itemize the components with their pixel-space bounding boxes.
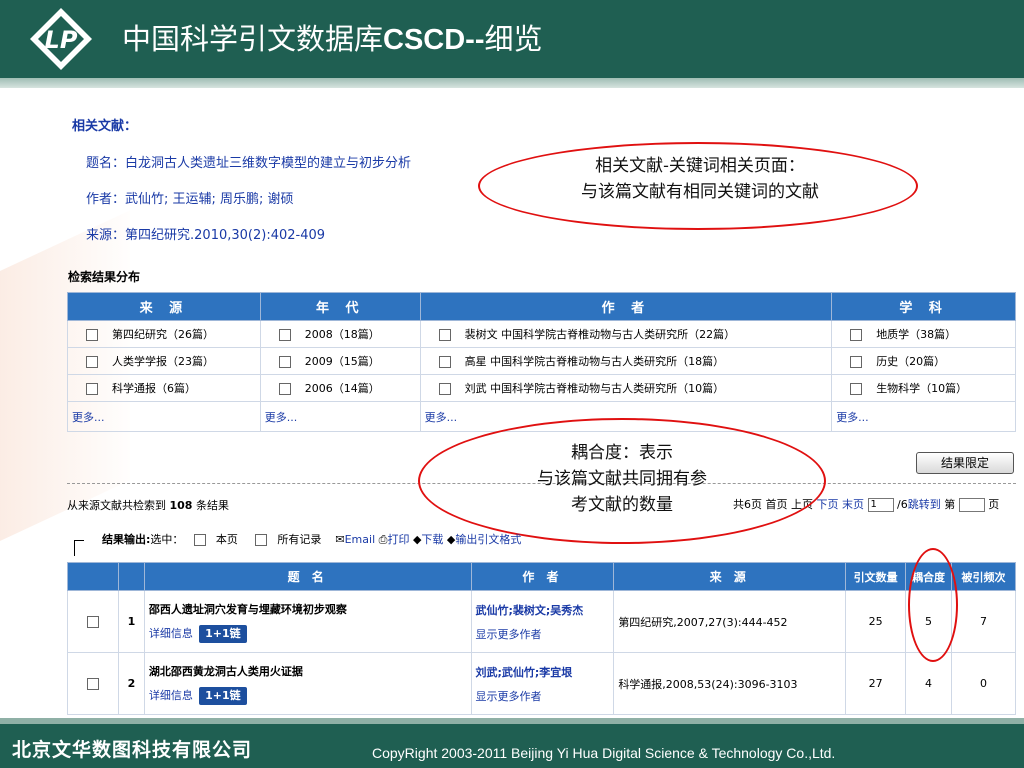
- export-link[interactable]: 输出引文格式: [455, 533, 521, 546]
- row-checkbox[interactable]: [86, 678, 99, 690]
- checkbox[interactable]: [86, 383, 98, 395]
- pager-goto[interactable]: 跳转到: [908, 498, 941, 511]
- coupling-value[interactable]: 4: [905, 652, 952, 715]
- pager-next[interactable]: 下页: [817, 498, 839, 511]
- checkbox[interactable]: [850, 329, 863, 341]
- dist-header-author: 作 者: [419, 292, 833, 321]
- distribution-title: 检索结果分布: [68, 270, 141, 284]
- link-badge-button[interactable]: 1+1链: [198, 624, 247, 643]
- checkbox[interactable]: [438, 383, 451, 395]
- page-title: 中国科学引文数据库CSCD--细览: [122, 22, 543, 56]
- res-header-refs[interactable]: 引文数量: [845, 562, 907, 591]
- cited-value: 0: [951, 652, 1016, 715]
- table-row: 科学通报（6篇） 2006（14篇） 刘武 中国科学院古脊椎动物与古人类研究所（…: [67, 374, 1016, 402]
- svg-text:LP: LP: [45, 26, 78, 54]
- table-row: 第四纪研究（26篇） 2008（18篇） 裴树文 中国科学院古脊椎动物与古人类研…: [67, 320, 1016, 348]
- header-band: [0, 78, 1024, 88]
- link-badge-button[interactable]: 1+1链: [198, 686, 247, 705]
- checkbox[interactable]: [86, 356, 98, 368]
- result-authors[interactable]: 武仙竹;裴树文;吴秀杰: [476, 602, 614, 618]
- row-checkbox[interactable]: [86, 616, 99, 628]
- detail-link[interactable]: 详细信息: [149, 627, 193, 640]
- checkbox[interactable]: [850, 383, 863, 395]
- keyword-annotation-text: 相关文献-关键词相关页面： 与该篇文献有相同关键词的文献: [581, 156, 819, 202]
- dist-header-year: 年 代: [259, 292, 421, 321]
- table-row: 1 邵西人遗址洞穴发育与埋藏环境初步观察 详细信息 1+1链 武仙竹;裴树文;吴秀…: [67, 590, 1016, 653]
- more-link-source[interactable]: 更多...: [67, 401, 261, 432]
- result-count: 从来源文献共检索到 108 条结果: [67, 499, 229, 512]
- limit-results-button[interactable]: 结果限定: [916, 452, 1014, 474]
- cited-value[interactable]: 7: [951, 590, 1016, 653]
- results-table: 题 名 作 者 来 源 引文数量 耦合度 被引频次 1 邵西人遗址洞穴发育与埋藏…: [67, 562, 1016, 715]
- all-records-checkbox[interactable]: [255, 534, 268, 546]
- checkbox[interactable]: [438, 329, 451, 341]
- pager-last[interactable]: 末页: [842, 498, 864, 511]
- corner-arrow-icon: [74, 540, 84, 556]
- coupling-column-ellipse: [908, 548, 958, 662]
- related-heading: 相关文献：: [72, 119, 138, 134]
- table-row: 2 湖北邵西黄龙洞古人类用火证据 详细信息 1+1链 刘武;武仙竹;李宜垠 显示更…: [67, 652, 1016, 715]
- result-authors[interactable]: 刘武;武仙竹;李宜垠: [476, 664, 614, 680]
- related-source-line: 来源：第四纪研究.2010,30(2):402-409: [86, 228, 326, 243]
- distribution-table: 来 源 年 代 作 者 学 科 第四纪研究（26篇） 2008（18篇） 裴树文…: [67, 292, 1016, 432]
- email-link[interactable]: Email: [345, 533, 376, 546]
- checkbox[interactable]: [278, 329, 291, 341]
- download-link[interactable]: 下载: [421, 533, 443, 546]
- res-header-source: 来 源: [613, 562, 847, 591]
- checkbox[interactable]: [278, 383, 291, 395]
- checkbox[interactable]: [438, 356, 451, 368]
- result-title-link[interactable]: 邵西人遗址洞穴发育与埋藏环境初步观察: [149, 601, 471, 617]
- dist-header-source: 来 源: [67, 292, 261, 321]
- more-link-subject[interactable]: 更多...: [831, 401, 1016, 432]
- checkbox[interactable]: [278, 356, 291, 368]
- print-link[interactable]: 打印: [387, 533, 409, 546]
- related-title-line: 题名：白龙洞古人类遗址三维数字模型的建立与初步分析: [86, 156, 412, 171]
- footer-copyright: CopyRight 2003-2011 Beijing Yi Hua Digit…: [372, 745, 836, 761]
- coupling-annotation-text: 耦合度：表示 与该篇文献共同拥有参 考文献的数量: [537, 443, 707, 515]
- slide: LP 中国科学引文数据库CSCD--细览 相关文献： 题名：白龙洞古人类遗址三维…: [0, 0, 1024, 768]
- pager-current-input[interactable]: 1: [867, 498, 894, 512]
- email-icon: ✉: [335, 533, 345, 546]
- related-author-line: 作者：武仙竹; 王运辅; 周乐鹏; 谢硕: [86, 192, 294, 207]
- checkbox[interactable]: [850, 356, 863, 368]
- more-link-year[interactable]: 更多...: [259, 401, 421, 432]
- more-authors-link[interactable]: 显示更多作者: [476, 628, 542, 641]
- company-logo-icon: LP: [30, 8, 92, 70]
- res-header-author: 作 者: [470, 562, 615, 591]
- this-page-checkbox[interactable]: [193, 534, 206, 546]
- res-header-cited[interactable]: 被引频次: [951, 562, 1016, 591]
- more-authors-link[interactable]: 显示更多作者: [476, 690, 542, 703]
- pager-goto-input[interactable]: [958, 498, 985, 512]
- res-header-title: 题 名: [143, 562, 472, 591]
- footer-company: 北京文华数图科技有限公司: [12, 739, 253, 761]
- detail-link[interactable]: 详细信息: [149, 689, 193, 702]
- output-toolbar: 结果输出:选中： 本页 所有记录 ✉Email ⎙打印 ◆下载 ◆输出引文格式: [102, 533, 522, 546]
- dist-header-subject: 学 科: [831, 292, 1016, 321]
- result-title-link[interactable]: 湖北邵西黄龙洞古人类用火证据: [149, 663, 471, 679]
- checkbox[interactable]: [86, 329, 98, 341]
- table-row: 人类学学报（23篇） 2009（15篇） 高星 中国科学院古脊椎动物与古人类研究…: [67, 347, 1016, 375]
